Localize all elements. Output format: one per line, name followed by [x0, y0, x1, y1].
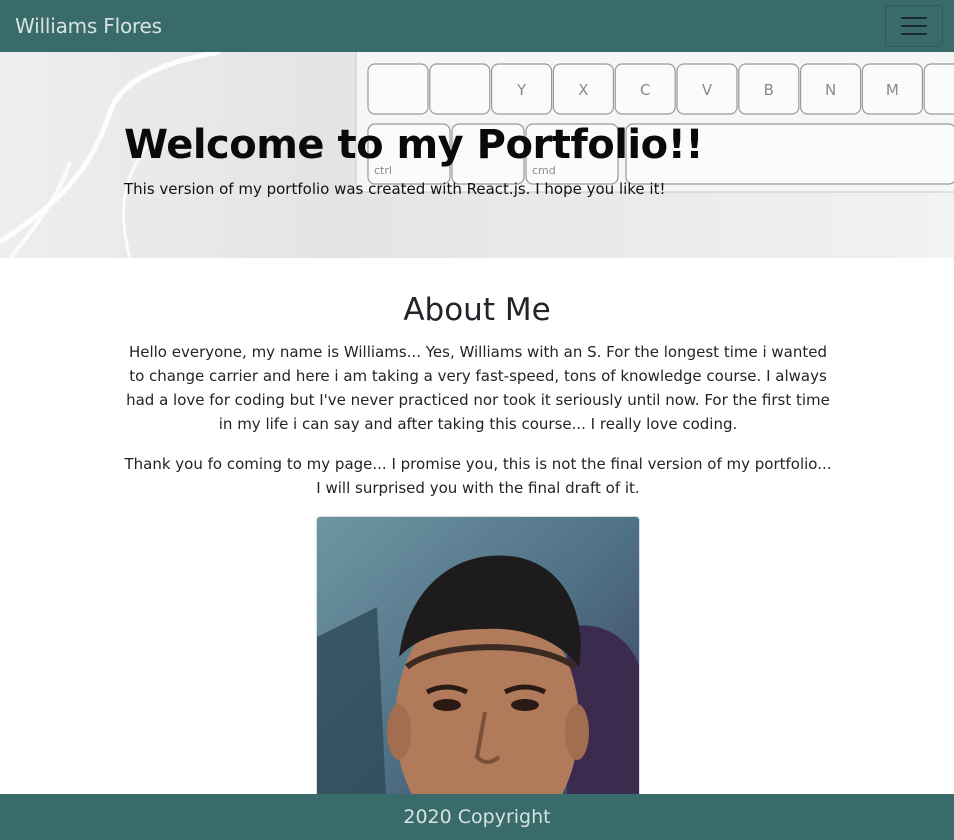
- footer: 2020 Copyright: [0, 794, 954, 840]
- hero-jumbotron: Y X C V B N Mctrl cmd Welcome to my Portfolio!!…: [0, 52, 954, 258]
- keyboard-key: [923, 63, 954, 115]
- footer-copyright: 2020 Copyright: [403, 806, 551, 828]
- keyboard-key-label: M: [886, 81, 899, 99]
- keyboard-key: [429, 63, 491, 115]
- hamburger-menu-icon-line: [901, 25, 927, 27]
- keyboard-key-label: V: [702, 81, 713, 99]
- hero-subtitle: This version of my portfolio was created…: [124, 180, 666, 198]
- hamburger-menu-icon: [901, 17, 927, 19]
- navbar-toggler-button[interactable]: [885, 5, 943, 47]
- navbar-brand[interactable]: Williams Flores: [15, 14, 162, 38]
- keyboard-key-label: X: [578, 81, 588, 99]
- about-paragraph-intro: Hello everyone, my name is Williams... Y…: [126, 343, 830, 433]
- about-paragraph-thanks: Thank you fo coming to my page... I prom…: [124, 455, 832, 497]
- keyboard-key: [367, 63, 429, 115]
- keyboard-key-label: B: [764, 81, 774, 99]
- profile-photo: [316, 516, 640, 816]
- hero-title: Welcome to my Portfolio!!: [124, 122, 704, 168]
- hamburger-menu-icon-line: [901, 33, 927, 35]
- navbar: Williams Flores: [0, 0, 954, 52]
- about-heading: About Me: [403, 292, 551, 328]
- keyboard-key-label: Y: [516, 81, 527, 99]
- keyboard-key-label: C: [640, 81, 650, 99]
- keyboard-key-label: N: [825, 81, 836, 99]
